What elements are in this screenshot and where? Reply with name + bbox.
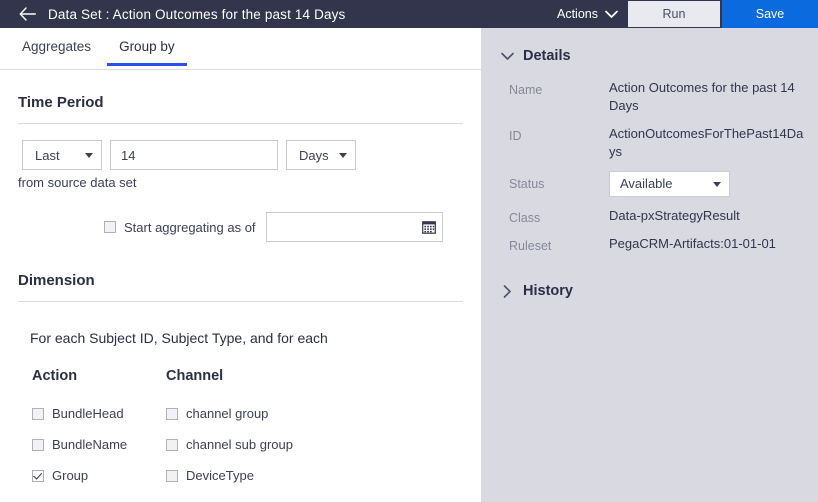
actions-menu-button[interactable]: Actions — [557, 0, 628, 28]
start-aggregating-date-input[interactable] — [266, 213, 442, 241]
detail-value-class: Data-pxStrategyResult — [609, 208, 740, 223]
column-header-action: Action — [32, 368, 78, 384]
dimension-column-action: Action BundleHead BundleName Group — [32, 368, 166, 491]
time-period-controls: Last Days — [0, 124, 481, 170]
detail-label: Class — [509, 211, 541, 225]
detail-value-name: Action Outcomes for the past 14 Days — [609, 80, 795, 113]
checkbox-row: BundleName — [32, 429, 166, 460]
time-period-section: Time Period Last Days from source data s… — [0, 70, 481, 242]
checkbox-label: channel group — [186, 406, 269, 421]
start-aggregating-checkbox[interactable] — [104, 221, 116, 233]
dimension-body: For each Subject ID, Subject Type, and f… — [0, 302, 481, 491]
detail-value-ruleset: PegaCRM-Artifacts:01-01-01 — [609, 236, 776, 251]
detail-label: Name — [509, 83, 543, 97]
chevron-down-icon — [499, 48, 515, 64]
page-title: Data Set : Action Outcomes for the past … — [48, 6, 346, 22]
history-title: History — [523, 283, 573, 299]
detail-value-status: Available — [609, 171, 804, 197]
checkbox-row: channel sub group — [166, 429, 300, 460]
top-header-bar: Data Set : Action Outcomes for the past … — [0, 0, 818, 28]
checkbox-row: DeviceType — [166, 460, 300, 491]
for-each-text: For each Subject ID, Subject Type, and f… — [30, 330, 328, 346]
arrow-left-icon — [19, 7, 36, 21]
detail-row-id: ID ActionOutcomesForThePast14Days — [481, 120, 818, 166]
dimension-heading: Dimension — [18, 272, 95, 289]
start-aggregating-row: Start aggregating as of — [0, 190, 481, 242]
run-button[interactable]: Run — [628, 1, 720, 27]
detail-value-id: ActionOutcomesForThePast14Days — [609, 126, 804, 159]
tab-aggregates[interactable]: Aggregates — [8, 28, 105, 66]
back-button[interactable] — [18, 5, 36, 23]
checkbox-label: BundleName — [52, 437, 128, 452]
checkbox-row: channel group — [166, 398, 300, 429]
right-details-panel: Details Name Action Outcomes for the pas… — [481, 28, 818, 502]
start-aggregating-label: Start aggregating as of — [124, 219, 256, 235]
caret-down-icon — [85, 153, 93, 158]
dimension-column-channel: Channel channel group channel sub group … — [166, 368, 300, 491]
checkbox-bundlename[interactable] — [32, 438, 44, 451]
detail-label: Status — [509, 177, 545, 191]
chevron-down-icon — [605, 10, 618, 19]
details-field-list: Name Action Outcomes for the past 14 Day… — [481, 64, 818, 258]
caret-down-icon — [339, 153, 347, 158]
history-accordion-header[interactable]: History — [481, 258, 818, 299]
save-button[interactable]: Save — [722, 0, 818, 28]
checkbox-channel-group[interactable] — [166, 407, 178, 420]
range-value-input[interactable] — [110, 140, 278, 170]
detail-label: Ruleset — [509, 239, 552, 253]
range-unit-select[interactable]: Days — [286, 140, 356, 170]
start-aggregating-date-field[interactable] — [265, 212, 443, 242]
range-mode-value: Last — [35, 147, 60, 163]
details-title: Details — [523, 48, 571, 64]
time-period-heading: Time Period — [18, 94, 104, 111]
checkbox-label: channel sub group — [186, 437, 293, 452]
checkbox-row: BundleHead — [32, 398, 166, 429]
detail-row-ruleset: Ruleset PegaCRM-Artifacts:01-01-01 — [481, 230, 818, 258]
tab-bar: Aggregates Group by — [0, 28, 481, 70]
checkbox-channel-sub-group[interactable] — [166, 438, 178, 451]
checkbox-label: BundleHead — [52, 406, 124, 421]
app-root: Data Set : Action Outcomes for the past … — [0, 0, 818, 502]
checkbox-label: DeviceType — [186, 468, 254, 483]
column-header-channel: Channel — [166, 368, 224, 384]
calendar-icon[interactable] — [421, 220, 436, 234]
detail-row-class: Class Data-pxStrategyResult — [481, 202, 818, 230]
source-data-set-text: from source data set — [18, 175, 137, 190]
dimension-section: Dimension For each Subject ID, Subject T… — [0, 242, 481, 491]
checkbox-label: Group — [52, 468, 89, 483]
header-actions-group: Actions Run Save — [557, 0, 818, 28]
detail-row-status: Status Available — [481, 166, 818, 202]
caret-down-icon — [713, 182, 721, 187]
checkbox-devicetype[interactable] — [166, 469, 178, 482]
detail-label: ID — [509, 129, 522, 143]
actions-menu-label: Actions — [557, 7, 598, 21]
checkbox-bundlehead[interactable] — [32, 407, 44, 420]
dimension-columns: Action BundleHead BundleName Group Chann… — [0, 346, 481, 491]
status-select-value: Available — [620, 176, 673, 191]
status-select[interactable]: Available — [609, 171, 730, 197]
chevron-right-icon — [499, 283, 515, 299]
checkbox-group[interactable] — [32, 469, 44, 482]
range-unit-value: Days — [299, 147, 329, 163]
left-content-panel: Aggregates Group by Time Period Last Day… — [0, 28, 481, 502]
range-mode-select[interactable]: Last — [22, 140, 102, 170]
tab-group-by[interactable]: Group by — [105, 28, 189, 66]
details-accordion-header[interactable]: Details — [481, 28, 818, 64]
detail-row-name: Name Action Outcomes for the past 14 Day… — [481, 74, 818, 120]
checkbox-row: Group — [32, 460, 166, 491]
